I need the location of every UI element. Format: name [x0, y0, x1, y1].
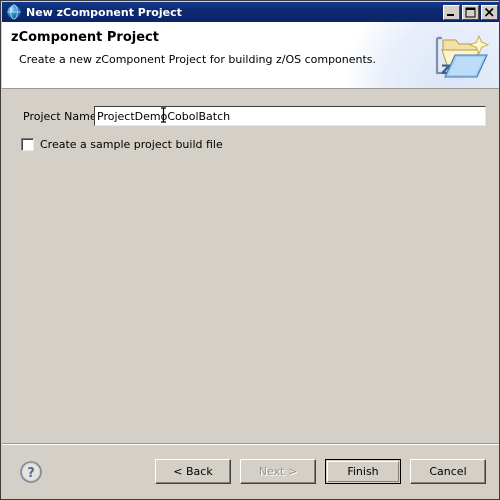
page-title: zComponent Project	[11, 30, 159, 45]
window-title: New zComponent Project	[26, 5, 182, 19]
next-button-label: Next >	[258, 465, 298, 478]
title-bar: New zComponent Project	[2, 2, 499, 22]
next-button: Next >	[240, 459, 316, 484]
sample-build-file-checkbox[interactable]	[21, 138, 34, 151]
minimize-button[interactable]	[443, 4, 460, 20]
project-name-row: Project Name:	[2, 106, 499, 128]
sample-build-file-label: Create a sample project build file	[40, 138, 223, 151]
maximize-button[interactable]	[462, 4, 479, 20]
project-name-label: Project Name:	[23, 110, 101, 123]
finish-button-label: Finish	[347, 465, 379, 478]
back-button-label: < Back	[173, 465, 213, 478]
wizard-header: zComponent Project Create a new zCompone…	[2, 22, 499, 89]
svg-text:?: ?	[27, 466, 35, 481]
footer-button-group: < Back Next > Finish Cancel	[155, 459, 486, 484]
cancel-button[interactable]: Cancel	[410, 459, 486, 484]
project-name-input[interactable]	[94, 106, 486, 126]
dialog-content: Project Name: Create a sample project bu…	[2, 90, 499, 443]
back-button[interactable]: < Back	[155, 459, 231, 484]
finish-button[interactable]: Finish	[325, 459, 401, 484]
dialog-footer: ? < Back Next > Finish Cancel	[2, 445, 499, 499]
minimize-icon	[447, 13, 454, 16]
globe-icon	[6, 4, 22, 20]
page-description: Create a new zComponent Project for buil…	[19, 53, 377, 66]
help-question-icon[interactable]: ?	[19, 460, 43, 484]
sample-build-file-checkbox-row[interactable]: Create a sample project build file	[21, 138, 223, 151]
close-icon	[484, 7, 494, 17]
close-button[interactable]	[481, 4, 498, 20]
maximize-icon	[465, 7, 476, 17]
new-folder-wizard-icon: z	[421, 28, 491, 86]
dialog-window: New zComponent Project zComponent Projec…	[0, 0, 500, 500]
cancel-button-label: Cancel	[429, 465, 467, 478]
